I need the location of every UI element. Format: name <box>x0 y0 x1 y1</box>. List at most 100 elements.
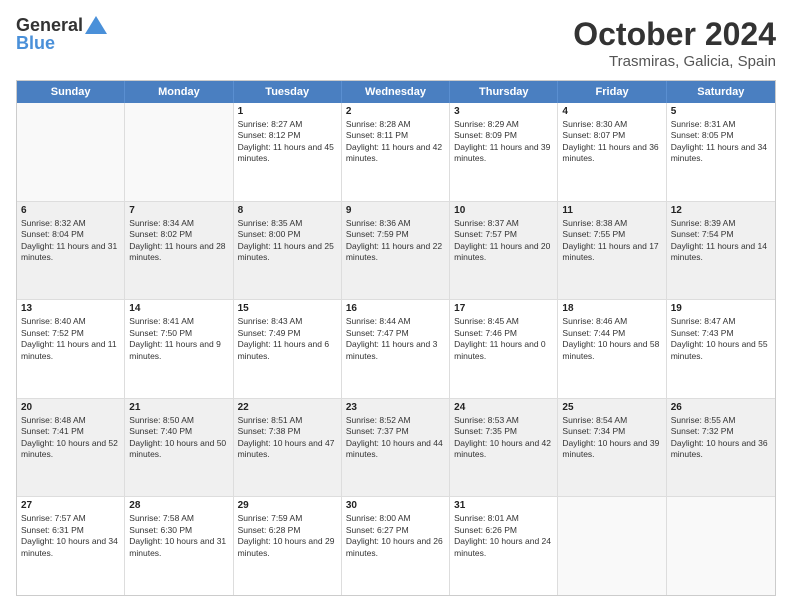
day-number: 2 <box>346 106 445 117</box>
cell-text: Sunrise: 8:31 AM Sunset: 8:05 PM Dayligh… <box>671 119 771 165</box>
cell-text: Sunrise: 8:41 AM Sunset: 7:50 PM Dayligh… <box>129 316 228 362</box>
cell-text: Sunrise: 8:39 AM Sunset: 7:54 PM Dayligh… <box>671 218 771 264</box>
calendar-cell: 4 Sunrise: 8:30 AM Sunset: 8:07 PM Daylig… <box>558 103 666 201</box>
day-number: 3 <box>454 106 553 117</box>
day-number: 23 <box>346 402 445 413</box>
day-number: 20 <box>21 402 120 413</box>
calendar-cell: 9 Sunrise: 8:36 AM Sunset: 7:59 PM Daylig… <box>342 202 450 300</box>
weekday-header: Tuesday <box>234 81 342 103</box>
cell-text: Sunrise: 8:34 AM Sunset: 8:02 PM Dayligh… <box>129 218 228 264</box>
calendar-cell <box>558 497 666 595</box>
page-title: October 2024 <box>573 16 776 53</box>
day-number: 16 <box>346 303 445 314</box>
calendar-cell: 29Sunrise: 7:59 AM Sunset: 6:28 PM Dayli… <box>234 497 342 595</box>
cell-text: Sunrise: 8:43 AM Sunset: 7:49 PM Dayligh… <box>238 316 337 362</box>
calendar-cell: 16 Sunrise: 8:44 AM Sunset: 7:47 PM Dayli… <box>342 300 450 398</box>
title-block: October 2024 Trasmiras, Galicia, Spain <box>573 16 776 70</box>
cell-text: Sunrise: 8:36 AM Sunset: 7:59 PM Dayligh… <box>346 218 445 264</box>
cell-text: Sunrise: 8:51 AM Sunset: 7:38 PM Dayligh… <box>238 415 337 461</box>
calendar-cell: 27Sunrise: 7:57 AM Sunset: 6:31 PM Dayli… <box>17 497 125 595</box>
day-number: 15 <box>238 303 337 314</box>
cell-text: Sunrise: 8:48 AM Sunset: 7:41 PM Dayligh… <box>21 415 120 461</box>
logo-icon <box>85 16 107 34</box>
calendar-row: 13Sunrise: 8:40 AM Sunset: 7:52 PM Dayli… <box>17 299 775 398</box>
cell-text: Sunrise: 7:59 AM Sunset: 6:28 PM Dayligh… <box>238 513 337 559</box>
cell-text: Sunrise: 8:52 AM Sunset: 7:37 PM Dayligh… <box>346 415 445 461</box>
cell-text: Sunrise: 8:38 AM Sunset: 7:55 PM Dayligh… <box>562 218 661 264</box>
weekday-header: Sunday <box>17 81 125 103</box>
calendar-cell: 15 Sunrise: 8:43 AM Sunset: 7:49 PM Dayli… <box>234 300 342 398</box>
day-number: 4 <box>562 106 661 117</box>
cell-text: Sunrise: 8:40 AM Sunset: 7:52 PM Dayligh… <box>21 316 120 362</box>
cell-text: Sunrise: 7:58 AM Sunset: 6:30 PM Dayligh… <box>129 513 228 559</box>
day-number: 6 <box>21 205 120 216</box>
weekday-header: Wednesday <box>342 81 450 103</box>
weekday-header: Saturday <box>667 81 775 103</box>
weekday-header: Thursday <box>450 81 558 103</box>
day-number: 8 <box>238 205 337 216</box>
calendar-cell: 21Sunrise: 8:50 AM Sunset: 7:40 PM Dayli… <box>125 399 233 497</box>
logo: General Blue <box>16 16 107 54</box>
page-subtitle: Trasmiras, Galicia, Spain <box>573 53 776 70</box>
calendar-cell: 22 Sunrise: 8:51 AM Sunset: 7:38 PM Dayli… <box>234 399 342 497</box>
day-number: 27 <box>21 500 120 511</box>
calendar-row: 27Sunrise: 7:57 AM Sunset: 6:31 PM Dayli… <box>17 496 775 595</box>
cell-text: Sunrise: 8:00 AM Sunset: 6:27 PM Dayligh… <box>346 513 445 559</box>
calendar-cell: 1Sunrise: 8:27 AM Sunset: 8:12 PM Daylig… <box>234 103 342 201</box>
cell-text: Sunrise: 8:30 AM Sunset: 8:07 PM Dayligh… <box>562 119 661 165</box>
calendar-cell: 18Sunrise: 8:46 AM Sunset: 7:44 PM Dayli… <box>558 300 666 398</box>
calendar-cell: 10Sunrise: 8:37 AM Sunset: 7:57 PM Dayli… <box>450 202 558 300</box>
cell-text: Sunrise: 8:44 AM Sunset: 7:47 PM Dayligh… <box>346 316 445 362</box>
calendar-cell: 31 Sunrise: 8:01 AM Sunset: 6:26 PM Dayli… <box>450 497 558 595</box>
cell-text: Sunrise: 8:29 AM Sunset: 8:09 PM Dayligh… <box>454 119 553 165</box>
calendar: SundayMondayTuesdayWednesdayThursdayFrid… <box>16 80 776 596</box>
calendar-cell <box>17 103 125 201</box>
cell-text: Sunrise: 8:55 AM Sunset: 7:32 PM Dayligh… <box>671 415 771 461</box>
logo-blue: Blue <box>16 34 107 54</box>
day-number: 31 <box>454 500 553 511</box>
calendar-cell: 20 Sunrise: 8:48 AM Sunset: 7:41 PM Dayli… <box>17 399 125 497</box>
cell-text: Sunrise: 8:45 AM Sunset: 7:46 PM Dayligh… <box>454 316 553 362</box>
cell-text: Sunrise: 8:54 AM Sunset: 7:34 PM Dayligh… <box>562 415 661 461</box>
calendar-row: 6 Sunrise: 8:32 AM Sunset: 8:04 PM Daylig… <box>17 201 775 300</box>
calendar-cell: 14 Sunrise: 8:41 AM Sunset: 7:50 PM Dayli… <box>125 300 233 398</box>
calendar-cell: 19Sunrise: 8:47 AM Sunset: 7:43 PM Dayli… <box>667 300 775 398</box>
calendar-cell: 12Sunrise: 8:39 AM Sunset: 7:54 PM Dayli… <box>667 202 775 300</box>
weekday-header: Monday <box>125 81 233 103</box>
day-number: 28 <box>129 500 228 511</box>
day-number: 24 <box>454 402 553 413</box>
day-number: 7 <box>129 205 228 216</box>
calendar-cell: 13Sunrise: 8:40 AM Sunset: 7:52 PM Dayli… <box>17 300 125 398</box>
cell-text: Sunrise: 8:47 AM Sunset: 7:43 PM Dayligh… <box>671 316 771 362</box>
page: General Blue October 2024 Trasmiras, Gal… <box>0 0 792 612</box>
calendar-cell <box>125 103 233 201</box>
cell-text: Sunrise: 8:32 AM Sunset: 8:04 PM Dayligh… <box>21 218 120 264</box>
cell-text: Sunrise: 8:53 AM Sunset: 7:35 PM Dayligh… <box>454 415 553 461</box>
calendar-cell: 6 Sunrise: 8:32 AM Sunset: 8:04 PM Daylig… <box>17 202 125 300</box>
day-number: 14 <box>129 303 228 314</box>
calendar-cell <box>667 497 775 595</box>
cell-text: Sunrise: 8:28 AM Sunset: 8:11 PM Dayligh… <box>346 119 445 165</box>
cell-text: Sunrise: 8:27 AM Sunset: 8:12 PM Dayligh… <box>238 119 337 165</box>
calendar-cell: 5 Sunrise: 8:31 AM Sunset: 8:05 PM Daylig… <box>667 103 775 201</box>
day-number: 5 <box>671 106 771 117</box>
calendar-cell: 30Sunrise: 8:00 AM Sunset: 6:27 PM Dayli… <box>342 497 450 595</box>
calendar-cell: 17Sunrise: 8:45 AM Sunset: 7:46 PM Dayli… <box>450 300 558 398</box>
cell-text: Sunrise: 8:50 AM Sunset: 7:40 PM Dayligh… <box>129 415 228 461</box>
calendar-cell: 8 Sunrise: 8:35 AM Sunset: 8:00 PM Daylig… <box>234 202 342 300</box>
calendar-row: 1Sunrise: 8:27 AM Sunset: 8:12 PM Daylig… <box>17 103 775 201</box>
cell-text: Sunrise: 8:35 AM Sunset: 8:00 PM Dayligh… <box>238 218 337 264</box>
calendar-cell: 24 Sunrise: 8:53 AM Sunset: 7:35 PM Dayli… <box>450 399 558 497</box>
calendar-cell: 2 Sunrise: 8:28 AM Sunset: 8:11 PM Daylig… <box>342 103 450 201</box>
day-number: 18 <box>562 303 661 314</box>
day-number: 11 <box>562 205 661 216</box>
day-number: 9 <box>346 205 445 216</box>
header: General Blue October 2024 Trasmiras, Gal… <box>16 16 776 70</box>
calendar-cell: 28 Sunrise: 7:58 AM Sunset: 6:30 PM Dayli… <box>125 497 233 595</box>
cell-text: Sunrise: 8:01 AM Sunset: 6:26 PM Dayligh… <box>454 513 553 559</box>
calendar-cell: 7 Sunrise: 8:34 AM Sunset: 8:02 PM Daylig… <box>125 202 233 300</box>
day-number: 22 <box>238 402 337 413</box>
calendar-cell: 25Sunrise: 8:54 AM Sunset: 7:34 PM Dayli… <box>558 399 666 497</box>
calendar-header: SundayMondayTuesdayWednesdayThursdayFrid… <box>17 81 775 103</box>
calendar-body: 1Sunrise: 8:27 AM Sunset: 8:12 PM Daylig… <box>17 103 775 595</box>
